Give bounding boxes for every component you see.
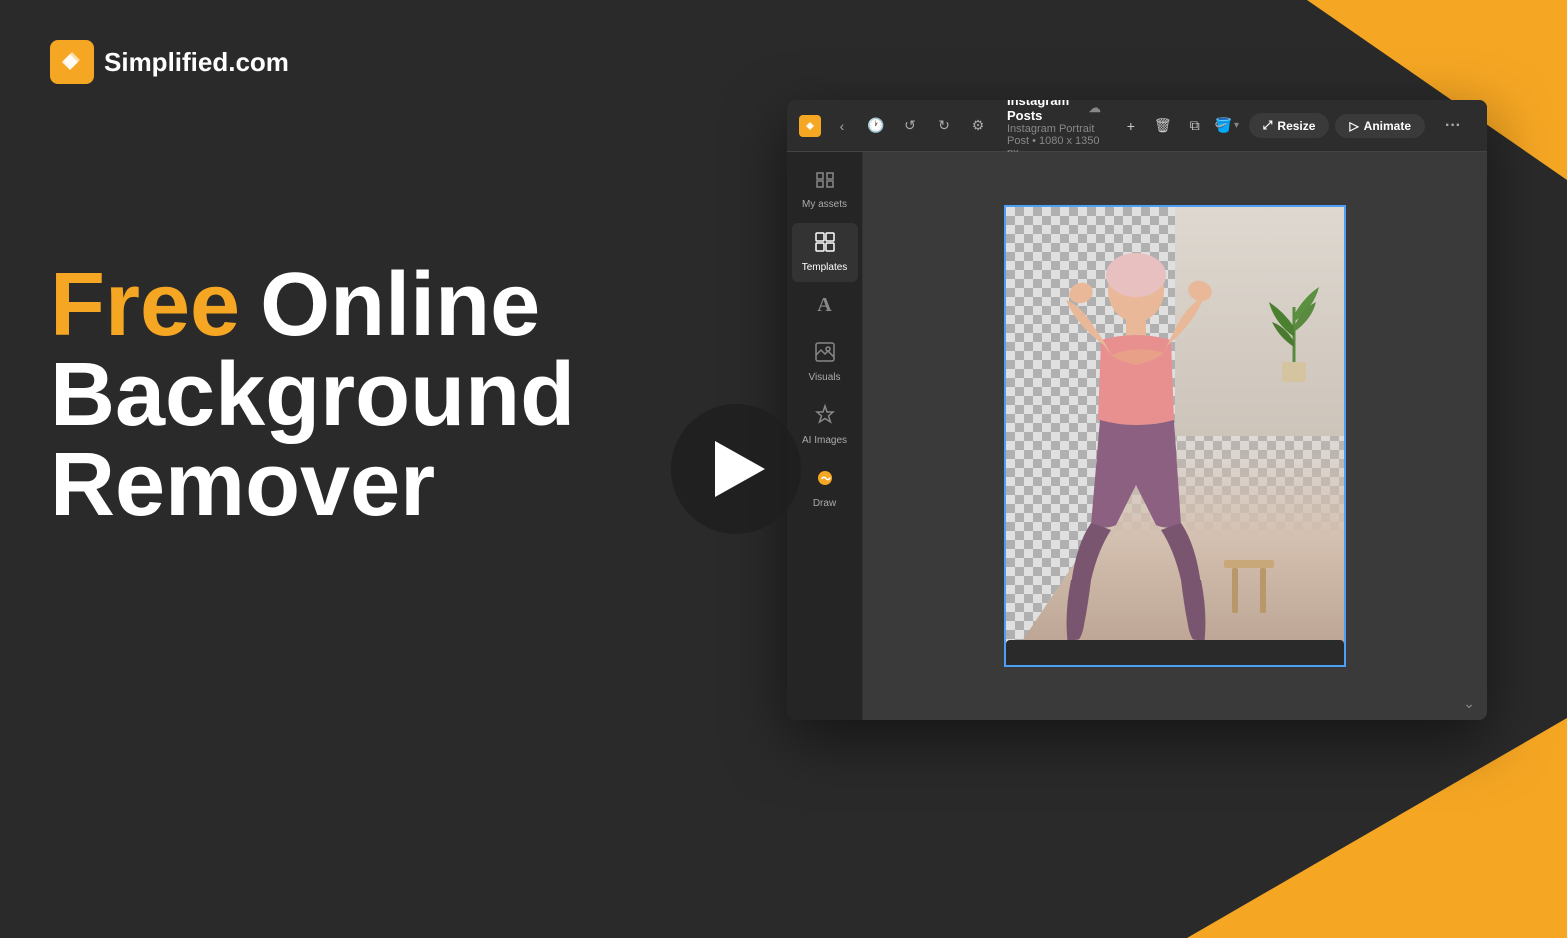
orange-triangle-bottom [1187,718,1567,938]
resize-icon: ⤢ [1263,118,1273,133]
yoga-person [1026,245,1246,665]
sidebar-item-templates-label: Templates [802,262,848,274]
toolbar-title-area: Instagram Posts ☁ Instagram Portrait Pos… [1007,100,1101,159]
yoga-mat [1006,640,1344,665]
headline-line2: Background [50,350,575,440]
back-button[interactable]: ‹ [829,113,855,139]
my-assets-icon [814,168,836,195]
toolbar: ‹ 🕐 ↺ ↻ ⚙ Instagram Posts ☁ Instagram Po… [787,100,1487,152]
resize-button[interactable]: ⤢ Resize [1249,113,1330,138]
toolbar-actions: ⤢ Resize ▷ Animate ··· [1249,112,1475,140]
text-icon: A [817,294,831,317]
sidebar-item-ai-images-label: AI Images [802,435,847,447]
plant-element [1264,267,1324,392]
sidebar-item-visuals[interactable]: Visuals [792,333,858,392]
more-options-button[interactable]: ··· [1431,112,1475,140]
sidebar: My assets Templates A [787,152,863,720]
delete-button[interactable]: 🗑 [1149,112,1177,140]
undo-button[interactable]: ↺ [897,113,923,139]
app-window: ‹ 🕐 ↺ ↻ ⚙ Instagram Posts ☁ Instagram Po… [787,100,1487,720]
history-button[interactable]: 🕐 [863,113,889,139]
templates-icon [814,231,836,258]
sidebar-item-text[interactable]: A [792,286,858,329]
canvas-area: ⌄ [863,152,1487,720]
headline-online: Online [260,260,540,350]
draw-icon [814,467,836,494]
logo-area: Simplified.com [50,40,289,84]
add-element-button[interactable]: + [1117,112,1145,140]
sidebar-item-my-assets[interactable]: My assets [792,160,858,219]
duplicate-button[interactable]: ⧉ [1181,112,1209,140]
logo-icon [50,40,94,84]
animate-button[interactable]: ▷ Animate [1335,114,1425,138]
sidebar-item-ai-images[interactable]: AI Images [792,396,858,455]
toolbar-logo [799,115,821,137]
headline-line1: Free Online [50,260,575,350]
fill-button[interactable]: 🪣 ▾ [1213,112,1241,140]
scroll-down-chevron-icon[interactable]: ⌄ [1463,695,1475,712]
sidebar-item-draw-label: Draw [813,498,836,510]
ai-images-icon [814,404,836,431]
toolbar-icon-group: + 🗑 ⧉ 🪣 ▾ [1117,112,1241,140]
headline-line3: Remover [50,440,575,530]
visuals-icon [814,341,836,368]
canvas-content[interactable] [1005,206,1345,666]
headline: Free Online Background Remover [50,260,575,530]
logo-text: Simplified.com [104,47,289,78]
sidebar-item-my-assets-label: My assets [802,199,847,211]
animate-icon: ▷ [1349,119,1358,133]
headline-free: Free [50,260,240,350]
cloud-icon: ☁ [1089,101,1101,115]
play-triangle-icon [715,441,765,497]
sidebar-item-visuals-label: Visuals [808,372,840,384]
sidebar-item-templates[interactable]: Templates [792,223,858,282]
play-button[interactable] [671,404,801,534]
redo-button[interactable]: ↻ [931,113,957,139]
settings-button[interactable]: ⚙ [965,113,991,139]
fill-chevron-icon: ▾ [1234,120,1239,131]
toolbar-title: Instagram Posts ☁ [1007,100,1101,123]
main-area: My assets Templates A [787,152,1487,720]
